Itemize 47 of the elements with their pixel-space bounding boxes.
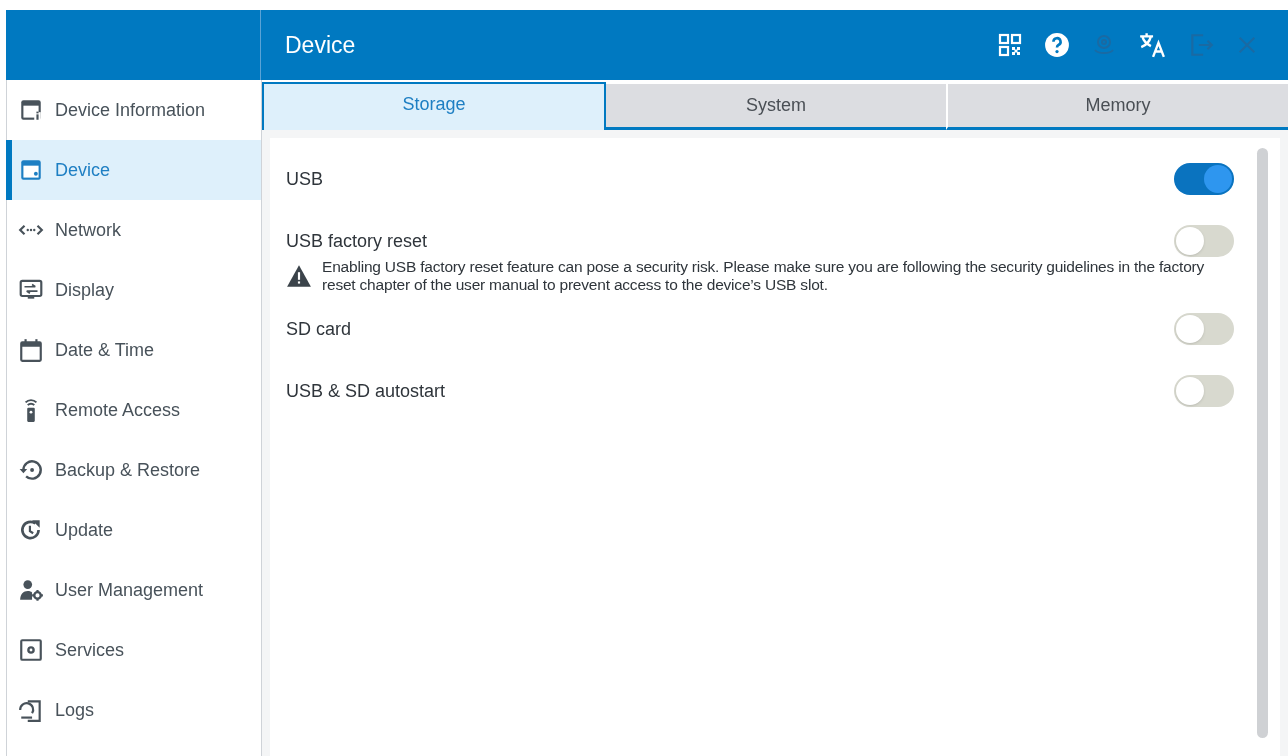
warning-text: Enabling USB factory reset feature can pose a security risk. Please make sure you are following the security guidelines in the factory reset chapter of the user manual to prevent access to the device’s USB slot.	[322, 258, 1206, 294]
device-info-icon	[18, 97, 44, 123]
tab[interactable]: Storage	[262, 82, 606, 130]
page-title: Device	[285, 30, 356, 60]
setting-label: SD card	[286, 317, 352, 341]
sidebar-item[interactable]: Display	[6, 260, 261, 320]
sidebar-label: Services	[55, 638, 125, 662]
gear-icon	[18, 637, 44, 663]
sidebar-label: Display	[55, 278, 115, 302]
setting-label: USB factory reset	[286, 229, 428, 253]
sidebar-label: Device Information	[55, 98, 206, 122]
sidebar-label: Logs	[55, 698, 95, 722]
sidebar-item[interactable]: Date & Time	[6, 320, 261, 380]
sidebar-item[interactable]: Device Information	[6, 80, 261, 140]
restore-icon	[18, 457, 44, 483]
qr-code-icon[interactable]	[998, 33, 1022, 57]
setting-label: USB & SD autostart	[286, 379, 446, 403]
device-icon	[18, 157, 44, 183]
user-gear-icon	[18, 577, 44, 603]
sidebar-label: Update	[55, 518, 114, 542]
document-icon	[18, 697, 44, 723]
sidebar-label: User Management	[55, 578, 204, 602]
sidebar-item[interactable]: Update	[6, 500, 261, 560]
toggle-switch[interactable]	[1174, 375, 1234, 407]
sidebar-label: Date & Time	[55, 338, 155, 362]
sidebar-item[interactable]: Services	[6, 620, 261, 680]
translate-icon[interactable]	[1138, 31, 1166, 59]
sidebar-item[interactable]: Remote Access	[6, 380, 261, 440]
warning-icon	[286, 264, 312, 288]
toggle-switch[interactable]	[1174, 225, 1234, 257]
tab[interactable]: System	[606, 84, 946, 130]
toggle-switch[interactable]	[1174, 163, 1234, 195]
sidebar-item[interactable]: Logs	[6, 680, 261, 740]
toggle-switch[interactable]	[1174, 313, 1234, 345]
sidebar-item[interactable]: Network	[6, 200, 261, 260]
setting-label: USB	[286, 167, 323, 191]
sidebar-item[interactable]: Device	[6, 140, 261, 200]
sidebar-label: Device	[55, 158, 111, 182]
sidebar-label: Backup & Restore	[55, 458, 201, 482]
help-icon[interactable]	[1044, 32, 1070, 58]
sidebar-label: Network	[55, 218, 121, 242]
calendar-icon	[18, 337, 44, 363]
sidebar-item[interactable]: User Management	[6, 560, 261, 620]
scrollbar[interactable]	[1257, 148, 1268, 738]
sidebar-label: Remote Access	[55, 398, 181, 422]
sidebar-item[interactable]: Backup & Restore	[6, 440, 261, 500]
tab[interactable]: Memory	[946, 84, 1288, 130]
